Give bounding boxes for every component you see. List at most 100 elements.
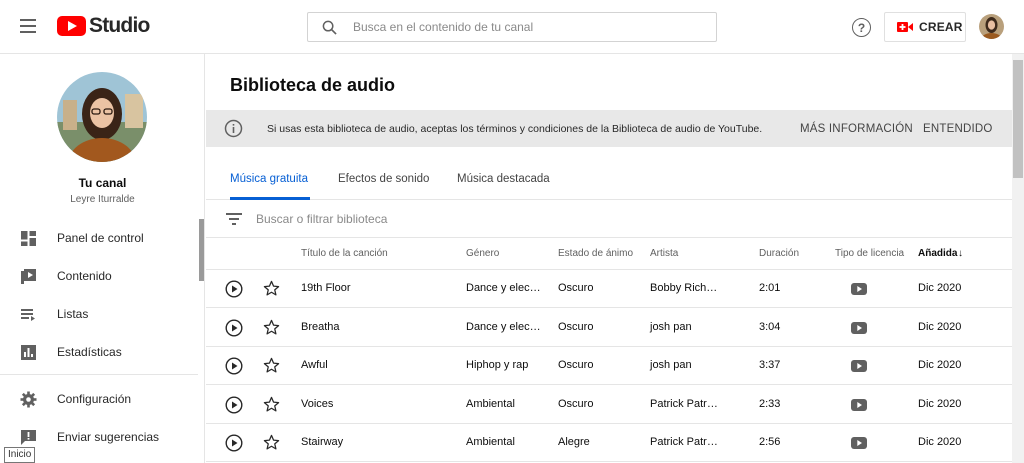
song-artist: Patrick Patr… — [650, 436, 718, 448]
sidebar-divider — [0, 374, 198, 375]
page-scrollbar-thumb[interactable] — [1013, 60, 1023, 178]
table-row[interactable]: Awful Hiphop y rap Oscuro josh pan 3:37 Dic 2… — [206, 347, 1012, 385]
search-box[interactable] — [307, 12, 717, 42]
youtube-license-icon — [851, 321, 867, 334]
star-icon[interactable] — [263, 319, 280, 336]
studio-logo[interactable]: Studio — [57, 14, 150, 38]
play-icon[interactable] — [225, 318, 243, 337]
banner-text: Si usas esta biblioteca de audio, acepta… — [267, 122, 763, 135]
create-label: CREAR — [919, 20, 963, 34]
song-added: Dic 2020 — [918, 320, 962, 333]
video-camera-icon — [897, 22, 913, 32]
song-mood: Oscuro — [558, 320, 594, 333]
avatar-image — [979, 14, 1004, 39]
sidebar-item-playlists[interactable]: Listas — [0, 296, 198, 332]
song-duration: 2:01 — [759, 282, 781, 294]
understood-button[interactable]: ENTENDIDO — [923, 123, 993, 135]
top-bar: Studio ? CREAR — [0, 0, 1024, 54]
star-icon[interactable] — [263, 357, 280, 374]
more-info-button[interactable]: MÁS INFORMACIÓN — [800, 123, 913, 135]
song-mood: Oscuro — [558, 359, 594, 371]
song-artist: josh pan — [650, 320, 692, 333]
feedback-icon — [21, 429, 36, 445]
song-genre: Ambiental — [466, 436, 515, 448]
main-content: Biblioteca de audio Si usas esta bibliot… — [206, 54, 1012, 463]
play-icon[interactable] — [225, 280, 243, 298]
analytics-icon — [21, 344, 36, 360]
tab-free-music[interactable]: Música gratuita — [230, 173, 308, 185]
sidebar-item-label: Listas — [57, 307, 89, 321]
song-title: 19th Floor — [301, 282, 351, 294]
song-added: Dic 2020 — [918, 436, 962, 448]
content-icon — [21, 268, 36, 284]
menu-icon[interactable] — [20, 19, 36, 33]
sidebar: Tu canal Leyre Iturralde Panel de contro… — [0, 54, 205, 463]
song-artist: Patrick Patr… — [650, 397, 718, 410]
column-mood[interactable]: Estado de ánimo — [558, 248, 633, 259]
table-row[interactable]: Breatha Dance y elec… Oscuro josh pan 3:04 Di… — [206, 309, 1012, 347]
song-duration: 2:56 — [759, 436, 781, 448]
filter-bar[interactable] — [206, 200, 1012, 238]
playlists-icon — [21, 308, 35, 321]
song-mood: Oscuro — [558, 397, 594, 410]
library-tabs: Música gratuita Efectos de sonido Música… — [206, 162, 1012, 200]
sidebar-item-label: Enviar sugerencias — [57, 430, 160, 444]
song-added: Dic 2020 — [918, 397, 962, 410]
dashboard-icon — [21, 230, 36, 246]
sidebar-item-dashboard[interactable]: Panel de control — [0, 220, 198, 256]
sidebar-item-label: Contenido — [57, 269, 112, 283]
channel-avatar-image — [57, 72, 147, 162]
song-duration: 2:33 — [759, 397, 781, 410]
star-icon[interactable] — [263, 280, 280, 297]
table-row[interactable]: 19th Floor Dance y elec… Oscuro Bobby Rich…… — [206, 270, 1012, 308]
column-artist[interactable]: Artista — [650, 248, 678, 259]
song-added: Dic 2020 — [918, 359, 962, 371]
sort-arrow-icon[interactable]: ↓ — [958, 248, 963, 259]
help-button[interactable]: ? — [852, 18, 871, 37]
account-avatar[interactable] — [979, 14, 1004, 39]
song-genre: Ambiental — [466, 397, 515, 410]
channel-avatar[interactable] — [57, 72, 147, 162]
sidebar-scrollbar[interactable] — [199, 219, 204, 281]
star-icon[interactable] — [263, 396, 280, 413]
sidebar-item-label: Panel de control — [57, 231, 144, 245]
channel-name: Leyre Iturralde — [70, 194, 135, 205]
youtube-logo-icon — [57, 16, 86, 36]
sidebar-item-content[interactable]: Contenido — [0, 258, 198, 294]
sidebar-item-analytics[interactable]: Estadísticas — [0, 334, 198, 370]
song-genre: Dance y elec… — [466, 320, 541, 333]
column-genre[interactable]: Género — [466, 248, 499, 259]
play-icon[interactable] — [225, 395, 243, 414]
table-row[interactable]: Voices Ambiental Oscuro Patrick Patr… 2:33 Di… — [206, 386, 1012, 424]
song-title: Voices — [301, 397, 334, 410]
table-header: Título de la canción Género Estado de án… — [206, 238, 1012, 270]
info-icon — [224, 119, 243, 138]
logo-text: Studio — [89, 14, 150, 37]
song-title: Awful — [301, 359, 328, 371]
filter-input[interactable] — [256, 211, 656, 226]
star-icon[interactable] — [263, 434, 280, 451]
tab-sound-effects[interactable]: Efectos de sonido — [338, 173, 429, 185]
column-duration[interactable]: Duración — [759, 248, 799, 259]
column-title[interactable]: Título de la canción — [301, 248, 388, 259]
terms-banner: Si usas esta biblioteca de audio, acepta… — [206, 110, 1012, 147]
search-icon — [322, 20, 337, 35]
tab-featured-music[interactable]: Música destacada — [457, 173, 550, 185]
column-added[interactable]: Añadida — [918, 248, 957, 259]
song-artist: Bobby Rich… — [650, 282, 718, 294]
table-row[interactable]: Stairway Ambiental Alegre Patrick Patr… 2:56… — [206, 424, 1012, 462]
youtube-license-icon — [851, 398, 867, 411]
play-icon[interactable] — [225, 357, 243, 375]
play-icon[interactable] — [225, 434, 243, 452]
create-button[interactable]: CREAR — [884, 12, 966, 42]
sidebar-item-settings[interactable]: Configuración — [0, 381, 198, 417]
search-input[interactable] — [353, 20, 693, 34]
song-duration: 3:37 — [759, 359, 781, 371]
song-title: Breatha — [301, 320, 340, 333]
youtube-license-icon — [851, 437, 867, 449]
song-genre: Hiphop y rap — [466, 359, 529, 371]
gear-icon — [20, 391, 37, 407]
youtube-license-icon — [851, 283, 867, 295]
column-license[interactable]: Tipo de licencia — [835, 248, 904, 259]
song-artist: josh pan — [650, 359, 692, 371]
